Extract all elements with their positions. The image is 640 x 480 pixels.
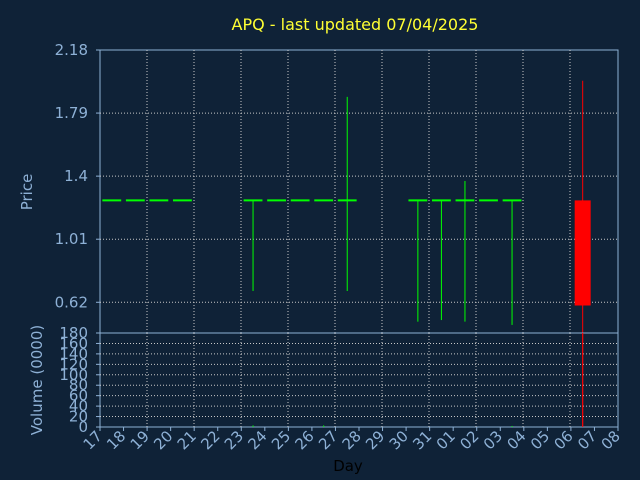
price-grid [100, 50, 618, 333]
price-tick-label: 1.01 [55, 230, 88, 248]
x-tick-label: 22 [197, 427, 223, 453]
candlestick-chart: APQ - last updated 07/04/2025 2.18 1.79 1.… [18, 15, 624, 475]
candle-body [574, 200, 591, 306]
price-tick-label: 1.4 [64, 167, 88, 185]
x-tick-label: 31 [409, 427, 435, 453]
volume-axis-label: Volume (0000) [28, 325, 46, 435]
x-tick-label: 01 [433, 427, 459, 453]
x-tick-label: 28 [339, 427, 365, 453]
x-tick-label: 02 [456, 427, 482, 453]
price-plot-area [99, 49, 619, 334]
x-tick-labels: 1718192021222324252627282930310102030405… [80, 427, 624, 453]
x-tick-label: 20 [150, 427, 176, 453]
x-tick-label: 26 [292, 427, 318, 453]
price-panel: 2.18 1.79 1.4 1.01 0.62 [55, 41, 619, 427]
volume-plot-area [99, 332, 619, 428]
volume-panel: 180160140120100806040200 [59, 324, 619, 436]
price-tick-label: 0.62 [55, 293, 88, 311]
x-tick-label: 21 [174, 427, 200, 453]
price-axis-label: Price [18, 174, 36, 211]
price-tick-label: 1.79 [55, 104, 88, 122]
x-tick-label: 04 [503, 427, 529, 453]
chart-title: APQ - last updated 07/04/2025 [232, 15, 479, 34]
x-tick-label: 25 [268, 427, 294, 453]
x-tick-label: 06 [551, 427, 577, 453]
volume-bars [252, 333, 584, 427]
x-tick-label: 18 [103, 427, 129, 453]
price-tick-label: 2.18 [55, 41, 88, 59]
x-tick-label: 08 [598, 427, 624, 453]
x-tick-label: 23 [221, 427, 247, 453]
x-tick-label: 03 [480, 427, 506, 453]
price-tick-labels: 2.18 1.79 1.4 1.01 0.62 [55, 41, 100, 311]
x-tick-label: 07 [574, 427, 600, 453]
x-tick-label: 29 [362, 427, 388, 453]
x-tick-label: 24 [244, 427, 270, 453]
x-tick-label: 30 [386, 427, 412, 453]
volume-tick-labels: 180160140120100806040200 [59, 324, 100, 436]
volume-grid [100, 333, 618, 427]
x-tick-label: 05 [527, 427, 553, 453]
x-tick-label: 19 [127, 427, 153, 453]
x-tick-label: 27 [315, 427, 341, 453]
x-axis-label: Day [333, 457, 363, 475]
